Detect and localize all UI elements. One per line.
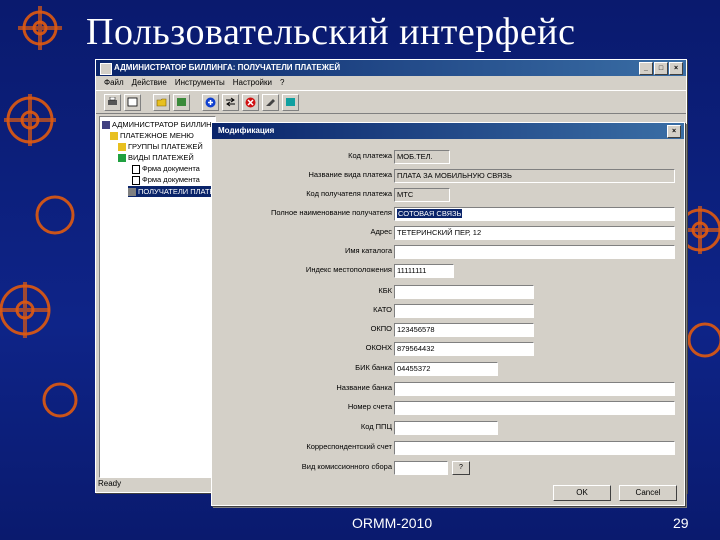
field-label: Название вида платежа: [308, 170, 392, 179]
dialog-close-button[interactable]: ×: [667, 125, 681, 138]
recipient-code-field[interactable]: МТС: [394, 188, 450, 202]
tree-node[interactable]: АДМИНИСТРАТОР БИЛЛИНГА: [102, 119, 215, 130]
computer-icon: [128, 188, 136, 197]
tree-node[interactable]: ПЛАТЕЖНОЕ МЕНЮ: [110, 130, 194, 141]
field-label: КБК: [378, 286, 392, 295]
field-label: Имя каталога: [344, 246, 392, 255]
add-icon[interactable]: [202, 93, 219, 111]
menu-action[interactable]: Действие: [132, 76, 167, 90]
field-label: Код получателя платежа: [306, 189, 392, 198]
correspondent-account-field[interactable]: [394, 441, 675, 455]
kato-field[interactable]: [394, 304, 534, 318]
preview-icon[interactable]: [124, 93, 141, 111]
dialog-title: Модификация: [218, 126, 275, 135]
field-label: Корреспондентский счет: [306, 442, 392, 451]
toolbar: [96, 90, 686, 114]
tree-node[interactable]: ВИДЫ ПЛАТЕЖЕЙ: [118, 152, 194, 163]
field-label: КАТО: [373, 305, 392, 314]
tree-node-selected[interactable]: ПОЛУЧАТЕЛИ ПЛАТЕЖЕЙ: [128, 186, 215, 197]
tree-panel[interactable]: АДМИНИСТРАТОР БИЛЛИНГА ПЛАТЕЖНОЕ МЕНЮ ГР…: [99, 116, 216, 478]
menu-help[interactable]: ?: [280, 76, 284, 90]
modification-dialog: Модификация × Код платежа МОБ.ТЕЛ. Назван…: [211, 122, 685, 506]
field-label: ОКОНХ: [365, 343, 392, 352]
cancel-button[interactable]: Cancel: [619, 485, 677, 501]
field-label: Полное наименование получателя: [271, 208, 392, 217]
payment-type-name-field[interactable]: ПЛАТА ЗА МОБИЛЬНУЮ СВЯЗЬ: [394, 169, 675, 183]
field-label: Номер счета: [347, 402, 392, 411]
folder-icon[interactable]: [153, 93, 170, 111]
recipient-full-name-field[interactable]: СОТОВАЯ СВЯЗЬ: [394, 207, 675, 221]
main-window-titlebar[interactable]: АДМИНИСТРАТОР БИЛЛИНГА: ПОЛУЧАТЕЛИ ПЛАТЕ…: [96, 60, 686, 76]
account-number-field[interactable]: [394, 401, 675, 415]
footer-text: ORMM-2010: [352, 515, 433, 531]
field-label: Адрес: [370, 227, 392, 236]
commission-type-field[interactable]: [394, 461, 448, 475]
swap-icon[interactable]: [222, 93, 239, 111]
payment-code-field[interactable]: МОБ.ТЕЛ.: [394, 150, 450, 164]
field-label: Вид комиссионного сбора: [301, 462, 392, 471]
menu-settings[interactable]: Настройки: [233, 76, 272, 90]
export-icon[interactable]: [282, 93, 299, 111]
menu-file[interactable]: Файл: [104, 76, 124, 90]
field-label: ОКПО: [370, 324, 392, 333]
folder-icon: [118, 154, 126, 163]
okonh-field[interactable]: 879564432: [394, 342, 534, 356]
bank-bik-field[interactable]: 04455372: [394, 362, 498, 376]
status-bar: Ready: [98, 479, 122, 488]
app-icon: [102, 121, 110, 130]
maximize-button[interactable]: □: [654, 62, 668, 75]
tree-node[interactable]: ГРУППЫ ПЛАТЕЖЕЙ: [118, 141, 203, 152]
doc-icon: [132, 164, 140, 174]
app-icon: [100, 63, 112, 75]
selected-text: СОТОВАЯ СВЯЗЬ: [397, 209, 463, 218]
catalog-name-field[interactable]: [394, 245, 675, 259]
address-field[interactable]: ТЕТЕРИНСКИЙ ПЕР, 12: [394, 226, 675, 240]
field-label: Индекс местоположения: [305, 265, 392, 274]
doc-icon: [132, 175, 140, 185]
menu-tools[interactable]: Инструменты: [175, 76, 225, 90]
dialog-titlebar[interactable]: Модификация ×: [212, 123, 684, 139]
help-button[interactable]: ?: [452, 461, 470, 475]
okpo-field[interactable]: 123456578: [394, 323, 534, 337]
field-label: Код платежа: [348, 151, 392, 160]
minimize-button[interactable]: _: [639, 62, 653, 75]
field-label: БИК банка: [355, 363, 392, 372]
slide-title: Пользовательский интерфейс: [86, 11, 576, 53]
edit-icon[interactable]: [262, 93, 279, 111]
bank-name-field[interactable]: [394, 382, 675, 396]
menubar: Файл Действие Инструменты Настройки ?: [96, 76, 686, 90]
folder-icon: [118, 143, 126, 152]
tree-node[interactable]: Фрма документа: [132, 163, 200, 174]
ok-button[interactable]: OK: [553, 485, 611, 501]
location-index-field[interactable]: 11111111: [394, 264, 454, 278]
tree-node[interactable]: Фрма документа: [132, 174, 200, 185]
folder-icon: [110, 132, 118, 141]
kbk-field[interactable]: [394, 285, 534, 299]
ppc-code-field[interactable]: [394, 421, 498, 435]
delete-icon[interactable]: [242, 93, 259, 111]
field-label: Название банка: [336, 383, 392, 392]
page-number: 29: [673, 515, 689, 531]
find-icon[interactable]: [173, 93, 190, 111]
main-window-title: АДМИНИСТРАТОР БИЛЛИНГА: ПОЛУЧАТЕЛИ ПЛАТЕ…: [114, 63, 341, 72]
close-button[interactable]: ×: [669, 62, 683, 75]
field-label: Код ППЦ: [360, 422, 392, 431]
print-icon[interactable]: [104, 93, 121, 111]
